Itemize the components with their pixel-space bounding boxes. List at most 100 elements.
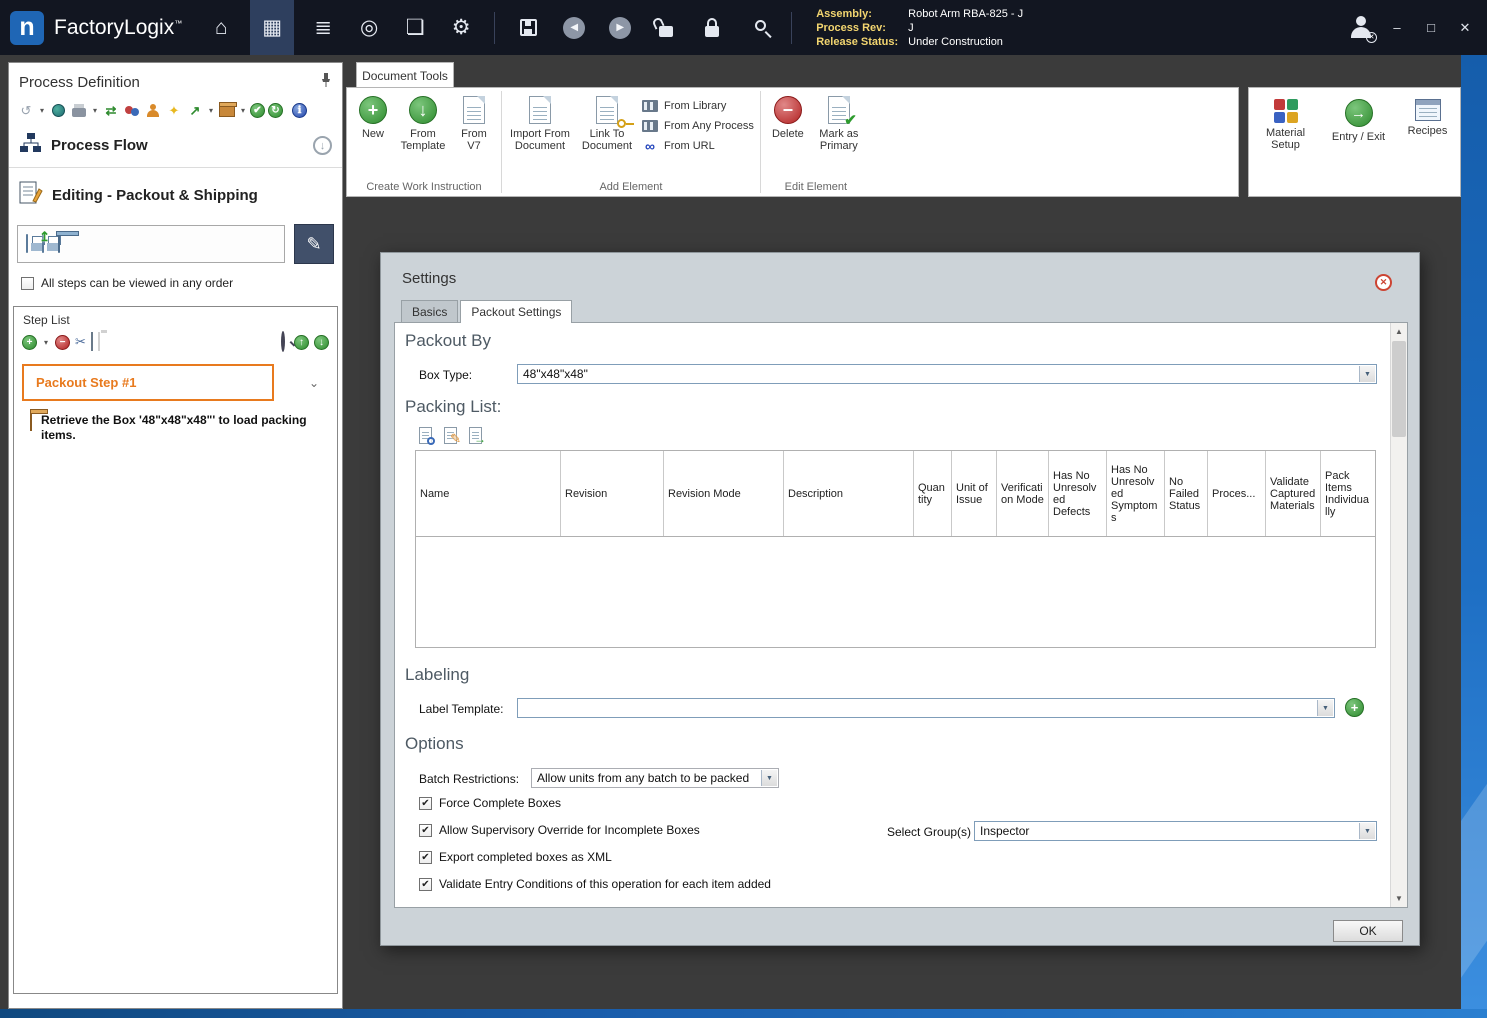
dropdown-caret-icon[interactable]: ▾ bbox=[207, 106, 215, 115]
dropdown-arrow-icon[interactable]: ▼ bbox=[1359, 366, 1375, 382]
process-stack-icon[interactable]: ≣ bbox=[306, 8, 340, 48]
info-icon[interactable]: ℹ bbox=[292, 103, 307, 118]
dropdown-caret-icon[interactable]: ▾ bbox=[91, 106, 99, 115]
copy-icon[interactable] bbox=[90, 332, 93, 351]
column-header[interactable]: Revision bbox=[561, 451, 664, 536]
process-definition-icon[interactable]: ▦ bbox=[250, 0, 295, 55]
close-button[interactable]: ✕ bbox=[1455, 18, 1475, 38]
validate-icon[interactable]: ✔ bbox=[250, 103, 265, 118]
lock-icon[interactable] bbox=[695, 8, 729, 48]
recipes-button[interactable]: Recipes bbox=[1403, 96, 1453, 137]
checkbox-icon[interactable] bbox=[419, 796, 432, 810]
zoom-step-icon[interactable] bbox=[281, 331, 285, 352]
label-template-dropdown[interactable]: ▼ bbox=[517, 698, 1335, 718]
edit-work-instruction-button[interactable]: ✎ bbox=[294, 224, 334, 264]
supervisory-override-option[interactable]: Allow Supervisory Override for Incomplet… bbox=[419, 823, 700, 837]
find-part-icon[interactable] bbox=[415, 425, 435, 445]
delete-work-instruction-icon[interactable] bbox=[58, 234, 60, 253]
globe-icon[interactable] bbox=[49, 102, 67, 119]
ok-button[interactable]: OK bbox=[1333, 920, 1403, 942]
column-header[interactable]: Validate Captured Materials bbox=[1266, 451, 1321, 536]
edit-list-icon[interactable]: ✎ bbox=[440, 425, 461, 446]
column-header[interactable]: Has No Unresolved Defects bbox=[1049, 451, 1107, 536]
column-header[interactable]: Verification Mode bbox=[997, 451, 1049, 536]
documents-icon[interactable]: ❏ bbox=[398, 8, 432, 48]
audit-search-icon[interactable] bbox=[741, 8, 775, 48]
print-icon[interactable] bbox=[70, 102, 88, 119]
home-icon[interactable]: ⌂ bbox=[204, 8, 238, 48]
process-flow-section[interactable]: Process Flow ↓ bbox=[9, 124, 342, 168]
remove-step-icon[interactable]: − bbox=[55, 334, 70, 350]
unlock-icon[interactable] bbox=[649, 8, 683, 48]
pin-icon[interactable] bbox=[320, 72, 332, 93]
from-any-process-button[interactable]: From Any Process bbox=[642, 117, 754, 134]
view-order-option[interactable]: All steps can be viewed in any order bbox=[9, 264, 342, 294]
from-v7-button[interactable]: From V7 bbox=[453, 93, 495, 152]
user-icon[interactable] bbox=[144, 102, 162, 119]
cut-icon[interactable]: ✂ bbox=[75, 334, 86, 350]
vertical-scrollbar[interactable]: ▲ ▼ bbox=[1390, 323, 1407, 907]
entry-exit-button[interactable]: → Entry / Exit bbox=[1330, 96, 1388, 143]
undo-icon[interactable]: ↺ bbox=[17, 102, 35, 119]
settings-gear-icon[interactable]: ⚙ bbox=[444, 8, 478, 48]
delete-button[interactable]: − Delete bbox=[767, 93, 809, 140]
column-header[interactable]: Quantity bbox=[914, 451, 952, 536]
minimize-button[interactable]: – bbox=[1387, 18, 1407, 38]
column-header[interactable]: Pack Items Individually bbox=[1321, 451, 1375, 536]
select-groups-dropdown[interactable]: Inspector ▼ bbox=[974, 821, 1377, 841]
wand-icon[interactable]: ✦ bbox=[165, 102, 183, 119]
from-template-button[interactable]: ↓ From Template bbox=[397, 93, 449, 152]
back-icon[interactable]: ◀ bbox=[557, 8, 591, 48]
packing-list-table[interactable]: Name Revision Revision Mode Description … bbox=[415, 450, 1376, 648]
from-library-button[interactable]: From Library bbox=[642, 97, 754, 114]
scrollbar-thumb[interactable] bbox=[1392, 341, 1406, 437]
add-label-template-button[interactable]: + bbox=[1345, 698, 1364, 717]
forward-icon[interactable]: ▶ bbox=[603, 8, 637, 48]
link-to-document-button[interactable]: Link To Document bbox=[576, 93, 638, 152]
material-setup-button[interactable]: Material Setup bbox=[1257, 96, 1315, 151]
column-header[interactable]: Has No Unresolved Symptoms bbox=[1107, 451, 1165, 536]
chevron-down-icon[interactable]: ⌄ bbox=[309, 376, 319, 390]
column-header[interactable]: Description bbox=[784, 451, 914, 536]
tab-document-tools[interactable]: Document Tools bbox=[356, 62, 454, 88]
dropdown-arrow-icon[interactable]: ▼ bbox=[1317, 700, 1333, 716]
checkbox-icon[interactable] bbox=[419, 877, 432, 891]
import-template-icon[interactable]: ↥ bbox=[39, 229, 50, 253]
tab-packout-settings[interactable]: Packout Settings bbox=[460, 300, 573, 323]
column-header[interactable]: Name bbox=[416, 451, 561, 536]
save-work-instruction-icon[interactable] bbox=[26, 234, 28, 253]
package-icon[interactable] bbox=[218, 101, 237, 119]
import-from-document-button[interactable]: Import From Document bbox=[508, 93, 572, 152]
new-button[interactable]: + New bbox=[353, 93, 393, 140]
dialog-close-icon[interactable]: ✕ bbox=[1375, 274, 1392, 291]
checkbox-icon[interactable] bbox=[419, 850, 432, 864]
export-xml-option[interactable]: Export completed boxes as XML bbox=[419, 850, 612, 864]
validate-entry-conditions-option[interactable]: Validate Entry Conditions of this operat… bbox=[419, 877, 771, 891]
mark-as-primary-button[interactable]: ✔ Mark as Primary bbox=[813, 93, 865, 152]
move-up-icon[interactable]: ↑ bbox=[294, 334, 309, 350]
refresh-icon[interactable]: ↻ bbox=[268, 103, 283, 118]
step-list-item-selected[interactable]: Packout Step #1 bbox=[22, 364, 274, 401]
maximize-button[interactable]: □ bbox=[1421, 18, 1441, 38]
dropdown-arrow-icon[interactable]: ▼ bbox=[761, 770, 777, 786]
tab-basics[interactable]: Basics bbox=[401, 300, 459, 322]
column-header[interactable]: Revision Mode bbox=[664, 451, 784, 536]
share-icon[interactable]: ↗ bbox=[186, 102, 204, 119]
add-step-icon[interactable]: + bbox=[22, 334, 37, 350]
batch-restrictions-dropdown[interactable]: Allow units from any batch to be packed … bbox=[531, 768, 779, 788]
collapse-icon[interactable]: ↓ bbox=[313, 136, 332, 155]
paste-icon[interactable] bbox=[97, 332, 100, 351]
import-item-icon[interactable]: → bbox=[465, 425, 486, 446]
dropdown-caret-icon[interactable]: ▾ bbox=[38, 106, 46, 115]
scroll-down-icon[interactable]: ▼ bbox=[1391, 890, 1407, 907]
column-header[interactable]: Proces... bbox=[1208, 451, 1266, 536]
box-type-dropdown[interactable]: 48"x48"x48" ▼ bbox=[517, 364, 1377, 384]
checkbox-icon[interactable] bbox=[419, 823, 432, 837]
dropdown-caret-icon[interactable]: ▾ bbox=[239, 106, 247, 115]
navigator-icon[interactable]: ◎ bbox=[352, 8, 386, 48]
column-header[interactable]: Unit of Issue bbox=[952, 451, 997, 536]
checkbox-icon[interactable] bbox=[21, 276, 34, 290]
dropdown-arrow-icon[interactable]: ▼ bbox=[1359, 823, 1375, 839]
dropdown-caret-icon[interactable]: ▾ bbox=[42, 338, 50, 347]
user-account-icon[interactable]: ✕ bbox=[1349, 15, 1377, 43]
